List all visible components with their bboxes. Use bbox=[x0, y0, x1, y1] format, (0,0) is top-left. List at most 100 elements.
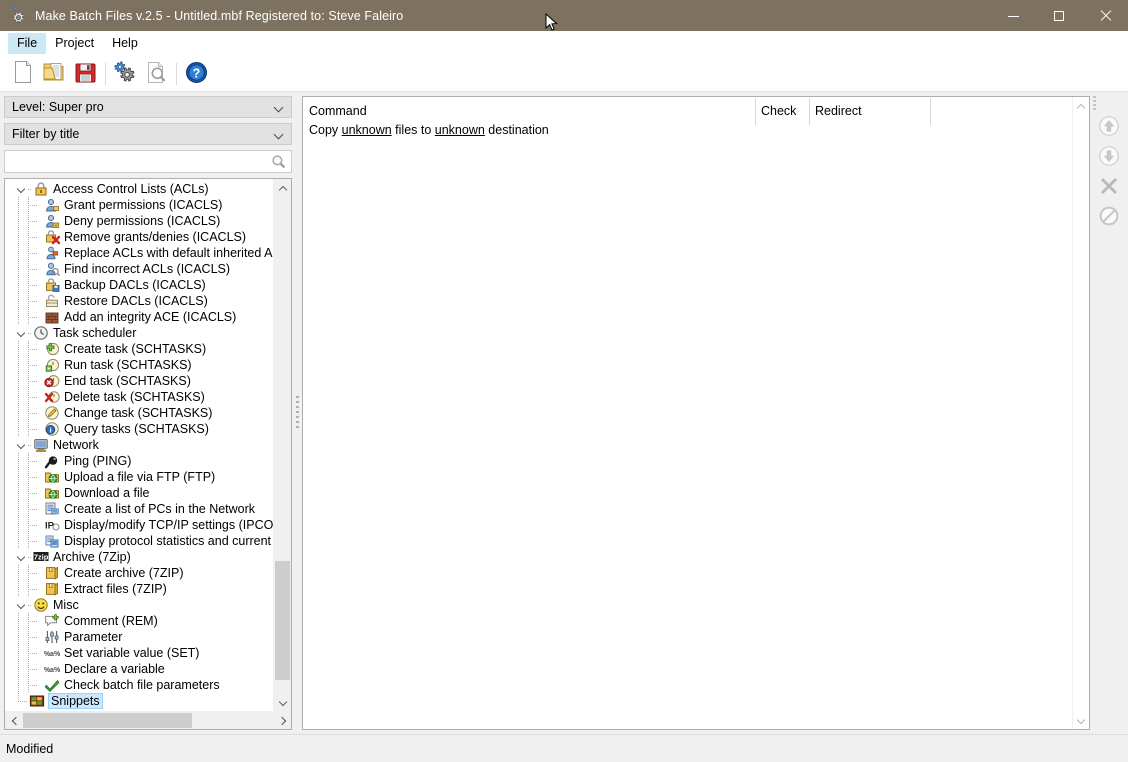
tree-item[interactable]: Task scheduler bbox=[5, 325, 274, 341]
disable-button[interactable] bbox=[1094, 202, 1124, 232]
search-box[interactable] bbox=[4, 150, 292, 173]
tree-item[interactable]: %a%Set variable value (SET) bbox=[5, 645, 274, 661]
table-row[interactable]: Copy unknown files to unknown destinatio… bbox=[303, 121, 1073, 139]
tree-item-label: Restore DACLs (ICACLS) bbox=[64, 294, 208, 308]
tree-item[interactable]: Snippets bbox=[5, 693, 274, 709]
tree-item[interactable]: Misc bbox=[5, 597, 274, 613]
tree-hscrollbar-thumb[interactable] bbox=[23, 713, 192, 728]
grid-scroll-up-button[interactable] bbox=[1073, 97, 1089, 114]
menu-bar: File Project Help bbox=[0, 31, 1128, 56]
clock-add-icon bbox=[43, 341, 61, 357]
column-header[interactable]: Check bbox=[755, 102, 809, 121]
tree-scroll-up-button[interactable] bbox=[274, 179, 291, 196]
command-text: Copy bbox=[309, 123, 342, 137]
tree-scroll-down-button[interactable] bbox=[274, 694, 291, 711]
tree-connector bbox=[5, 277, 43, 293]
tree-item-label: Snippets bbox=[49, 694, 102, 708]
save-file-button[interactable] bbox=[70, 59, 100, 89]
level-combobox[interactable]: Level: Super pro bbox=[4, 96, 292, 118]
menu-help[interactable]: Help bbox=[103, 33, 147, 54]
netstat-icon bbox=[43, 533, 61, 549]
command-cell[interactable]: Copy unknown files to unknown destinatio… bbox=[303, 123, 755, 137]
tree-item[interactable]: Download a file bbox=[5, 485, 274, 501]
column-divider bbox=[930, 98, 931, 121]
tree-scrollbar-thumb[interactable] bbox=[275, 561, 290, 680]
tree-item[interactable]: Access Control Lists (ACLs) bbox=[5, 181, 274, 197]
open-file-button[interactable] bbox=[39, 59, 69, 89]
column-header[interactable]: Command bbox=[303, 102, 755, 121]
tree-item[interactable]: Check batch file parameters bbox=[5, 677, 274, 693]
grid-vertical-scrollbar[interactable] bbox=[1072, 97, 1089, 729]
tree-horizontal-scrollbar[interactable] bbox=[5, 711, 291, 729]
tree-item[interactable]: Ping (PING) bbox=[5, 453, 274, 469]
filter-combobox[interactable]: Filter by title bbox=[4, 123, 292, 145]
tree-item[interactable]: Deny permissions (ICACLS) bbox=[5, 213, 274, 229]
minimize-button[interactable] bbox=[990, 0, 1036, 31]
menu-file[interactable]: File bbox=[8, 33, 46, 54]
tree-item[interactable]: iQuery tasks (SCHTASKS) bbox=[5, 421, 274, 437]
tree-item[interactable]: Backup DACLs (ICACLS) bbox=[5, 277, 274, 293]
tree-item[interactable]: Parameter bbox=[5, 629, 274, 645]
command-parameter-link[interactable]: unknown bbox=[342, 123, 392, 137]
tree-item[interactable]: 7zipArchive (7Zip) bbox=[5, 549, 274, 565]
tree-item[interactable]: Change task (SCHTASKS) bbox=[5, 405, 274, 421]
tree-vertical-scrollbar[interactable] bbox=[273, 179, 291, 711]
grid-scroll-down-button[interactable] bbox=[1073, 712, 1089, 729]
command-parameter-link[interactable]: unknown bbox=[435, 123, 485, 137]
tree-item[interactable]: Extract files (7ZIP) bbox=[5, 581, 274, 597]
search-input[interactable] bbox=[5, 155, 291, 169]
tree-item-label: Run task (SCHTASKS) bbox=[64, 358, 192, 372]
tree-item[interactable]: Comment (REM) bbox=[5, 613, 274, 629]
tree-item[interactable]: End task (SCHTASKS) bbox=[5, 373, 274, 389]
archive-create-icon bbox=[43, 565, 61, 581]
folder-globe-icon bbox=[43, 485, 61, 501]
percent-icon: %a% bbox=[43, 661, 61, 677]
move-up-button[interactable] bbox=[1094, 112, 1124, 142]
chevron-down-icon[interactable] bbox=[15, 437, 28, 453]
tree-item[interactable]: Find incorrect ACLs (ICACLS) bbox=[5, 261, 274, 277]
tree-guideline bbox=[18, 357, 19, 373]
grid-body[interactable]: Copy unknown files to unknown destinatio… bbox=[303, 121, 1073, 139]
menu-project[interactable]: Project bbox=[46, 33, 103, 54]
chevron-down-icon[interactable] bbox=[15, 549, 28, 565]
panel-splitter[interactable] bbox=[292, 92, 302, 734]
move-down-button[interactable] bbox=[1094, 142, 1124, 172]
close-button[interactable] bbox=[1082, 0, 1128, 31]
delete-button[interactable] bbox=[1094, 172, 1124, 202]
tree-connector bbox=[5, 357, 43, 373]
tree-connector bbox=[28, 549, 32, 565]
tree-item[interactable]: Add an integrity ACE (ICACLS) bbox=[5, 309, 274, 325]
command-tree[interactable]: Access Control Lists (ACLs)Grant permiss… bbox=[5, 179, 274, 711]
help-button[interactable]: ? bbox=[181, 59, 211, 89]
chevron-down-icon[interactable] bbox=[15, 181, 28, 197]
tree-item[interactable]: Network bbox=[5, 437, 274, 453]
user-key-icon bbox=[43, 197, 61, 213]
build-button[interactable] bbox=[110, 59, 140, 89]
tree-item[interactable]: Delete task (SCHTASKS) bbox=[5, 389, 274, 405]
tree-item[interactable]: Run task (SCHTASKS) bbox=[5, 357, 274, 373]
tree-item[interactable]: Display protocol statistics and current … bbox=[5, 533, 274, 549]
chevron-down-icon[interactable] bbox=[15, 597, 28, 613]
tree-item[interactable]: Replace ACLs with default inherited ACLs… bbox=[5, 245, 274, 261]
tree-scroll-right-button[interactable] bbox=[274, 712, 291, 729]
tree-item[interactable]: Upload a file via FTP (FTP) bbox=[5, 469, 274, 485]
command-grid[interactable]: CommandCheckRedirect Copy unknown files … bbox=[302, 96, 1090, 730]
new-file-button[interactable] bbox=[8, 59, 38, 89]
tree-scroll-left-button[interactable] bbox=[5, 712, 22, 729]
tree-item[interactable]: IPDisplay/modify TCP/IP settings (IPCONF… bbox=[5, 517, 274, 533]
tree-item[interactable]: Grant permissions (ICACLS) bbox=[5, 197, 274, 213]
preview-button[interactable] bbox=[141, 59, 171, 89]
tree-item[interactable]: Remove grants/denies (ICACLS) bbox=[5, 229, 274, 245]
column-header[interactable]: Redirect bbox=[809, 102, 930, 121]
tree-item[interactable]: %a%Declare a variable bbox=[5, 661, 274, 677]
search-icon[interactable] bbox=[271, 154, 286, 169]
tree-item[interactable]: Create a list of PCs in the Network bbox=[5, 501, 274, 517]
maximize-button[interactable] bbox=[1036, 0, 1082, 31]
tree-item[interactable]: Create task (SCHTASKS) bbox=[5, 341, 274, 357]
tree-item[interactable]: Create archive (7ZIP) bbox=[5, 565, 274, 581]
column-header[interactable] bbox=[930, 102, 1060, 121]
tree-item-label: Create a list of PCs in the Network bbox=[64, 502, 255, 516]
tree-item[interactable]: Restore DACLs (ICACLS) bbox=[5, 293, 274, 309]
svg-text:7zip: 7zip bbox=[34, 552, 49, 561]
chevron-down-icon[interactable] bbox=[15, 325, 28, 341]
